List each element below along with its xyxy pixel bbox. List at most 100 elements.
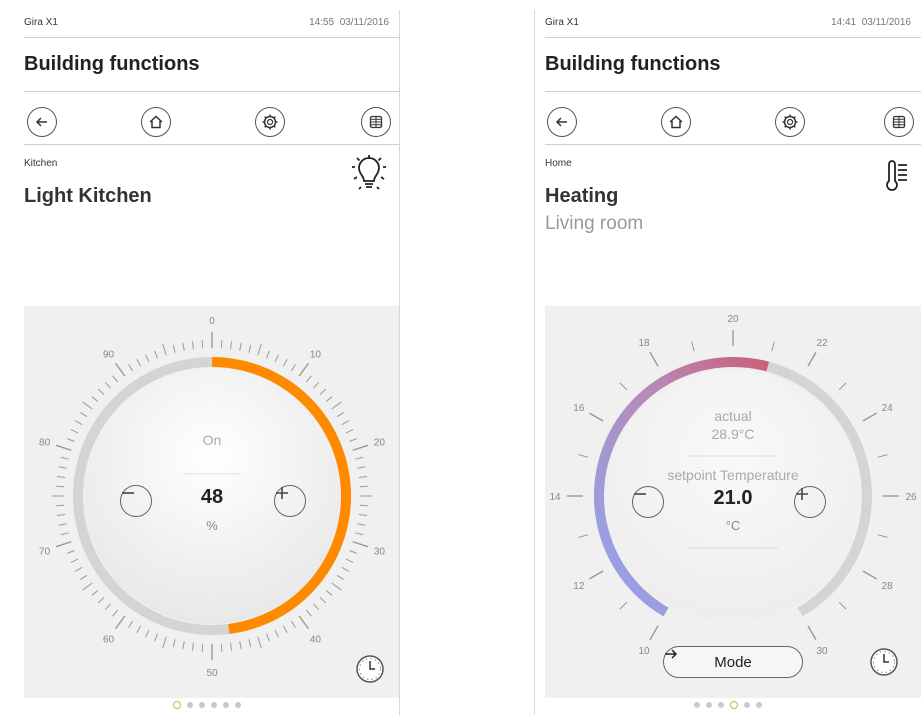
- scale-tick: [352, 444, 369, 451]
- dimmer-control-panel: 0 10 20 30 40 50 60 70 80 90 On 48 %: [24, 306, 399, 698]
- plus-icon: [796, 488, 808, 500]
- clock-icon: [356, 655, 384, 683]
- scale-label: 30: [374, 546, 386, 557]
- increase-button[interactable]: [794, 486, 826, 518]
- home-button[interactable]: [141, 107, 171, 137]
- divider: [545, 91, 921, 92]
- scale-tick: [312, 603, 320, 611]
- device-name: Gira X1: [545, 16, 579, 28]
- settings-button[interactable]: [255, 107, 285, 137]
- timer-button[interactable]: [354, 653, 386, 685]
- scale-tick: [331, 401, 342, 410]
- scale-tick: [172, 344, 176, 353]
- page-dot[interactable]: [744, 702, 750, 708]
- grid-view-button[interactable]: [361, 107, 391, 137]
- scale-tick: [359, 485, 368, 488]
- page-title: Building functions: [545, 53, 721, 75]
- scale-tick: [619, 382, 628, 391]
- actual-temperature: 28.9°C: [711, 426, 755, 442]
- scale-tick: [649, 351, 659, 367]
- grid-view-button[interactable]: [884, 107, 914, 137]
- scale-tick: [358, 475, 367, 478]
- page-dot[interactable]: [210, 702, 217, 708]
- actual-label: actual: [714, 408, 752, 424]
- scale-label: 24: [882, 403, 894, 414]
- scale-tick: [104, 603, 112, 611]
- page-dot[interactable]: [694, 702, 700, 708]
- scale-tick: [66, 438, 75, 442]
- page-dot[interactable]: [222, 702, 229, 708]
- scale-tick: [312, 381, 320, 389]
- page-dot[interactable]: [234, 702, 241, 708]
- page-dot[interactable]: [718, 702, 724, 708]
- scale-label: 12: [573, 581, 585, 592]
- mode-label: Mode: [714, 653, 752, 671]
- dimmer-unit: %: [206, 518, 218, 533]
- scale-tick: [57, 514, 66, 517]
- thermostat-control-panel: 10 12 14 16 18 20 22 24 26 28 30 actual 28.9°C set…: [545, 306, 921, 698]
- scale-tick: [91, 396, 99, 403]
- scale-tick: [162, 343, 167, 356]
- scale-tick: [838, 382, 847, 391]
- scale-label: 20: [374, 438, 386, 449]
- scale-tick: [274, 629, 279, 638]
- scale-label: 28: [882, 581, 894, 592]
- function-name: Heating: [545, 185, 619, 207]
- page-indicator: [14, 701, 399, 709]
- scale-tick: [807, 351, 817, 367]
- dimmer-value: 48: [200, 486, 224, 508]
- scale-tick: [201, 340, 204, 349]
- scale-tick: [172, 639, 176, 648]
- scale-tick: [355, 456, 364, 460]
- page-dot[interactable]: [706, 702, 712, 708]
- scale-tick: [58, 466, 67, 469]
- scale-tick: [82, 582, 93, 591]
- page-dot-active[interactable]: [172, 701, 181, 709]
- page-indicator: [535, 701, 921, 709]
- status-bar: Gira X1 14:41 03/11/2016: [545, 12, 911, 32]
- increase-button[interactable]: [274, 485, 306, 517]
- divider: [24, 91, 399, 92]
- scale-tick: [60, 456, 69, 460]
- scale-tick: [266, 633, 270, 642]
- page-dot[interactable]: [198, 702, 205, 708]
- page-dot[interactable]: [186, 702, 193, 708]
- back-button[interactable]: [27, 107, 57, 137]
- scale-label: 16: [573, 403, 585, 414]
- page-dot-active[interactable]: [730, 701, 738, 709]
- scale-tick: [55, 541, 72, 548]
- scale-label: 10: [638, 646, 650, 657]
- decrease-button[interactable]: [120, 485, 152, 517]
- status-date: 03/11/2016: [339, 16, 389, 28]
- scale-tick: [274, 354, 279, 363]
- scale-tick: [877, 534, 888, 538]
- scale-tick: [56, 504, 65, 507]
- back-button[interactable]: [547, 107, 577, 137]
- scale-tick: [357, 466, 366, 469]
- scale-tick: [162, 636, 167, 649]
- timer-button[interactable]: [868, 646, 900, 678]
- grid-icon: [369, 115, 383, 129]
- scale-tick: [341, 566, 349, 572]
- scale-tick: [70, 429, 79, 434]
- scale-tick: [239, 641, 242, 650]
- scale-tick: [588, 412, 604, 422]
- scale-label: 40: [310, 634, 322, 645]
- page-dot[interactable]: [756, 702, 762, 708]
- decrease-button[interactable]: [632, 486, 664, 518]
- room-label: Kitchen: [24, 158, 58, 169]
- scale-tick: [771, 341, 775, 352]
- home-icon: [669, 115, 683, 129]
- home-button[interactable]: [661, 107, 691, 137]
- scale-tick: [136, 359, 142, 367]
- scale-label: 80: [39, 438, 51, 449]
- mode-button[interactable]: Mode: [663, 646, 803, 678]
- scale-tick: [325, 396, 333, 403]
- function-subtitle: Living room: [545, 213, 644, 234]
- scale-tick: [290, 620, 297, 628]
- clock-icon: [870, 648, 898, 676]
- thermometer-icon: [885, 160, 909, 199]
- scale-tick: [349, 438, 358, 442]
- scale-tick: [331, 582, 342, 591]
- settings-button[interactable]: [775, 107, 805, 137]
